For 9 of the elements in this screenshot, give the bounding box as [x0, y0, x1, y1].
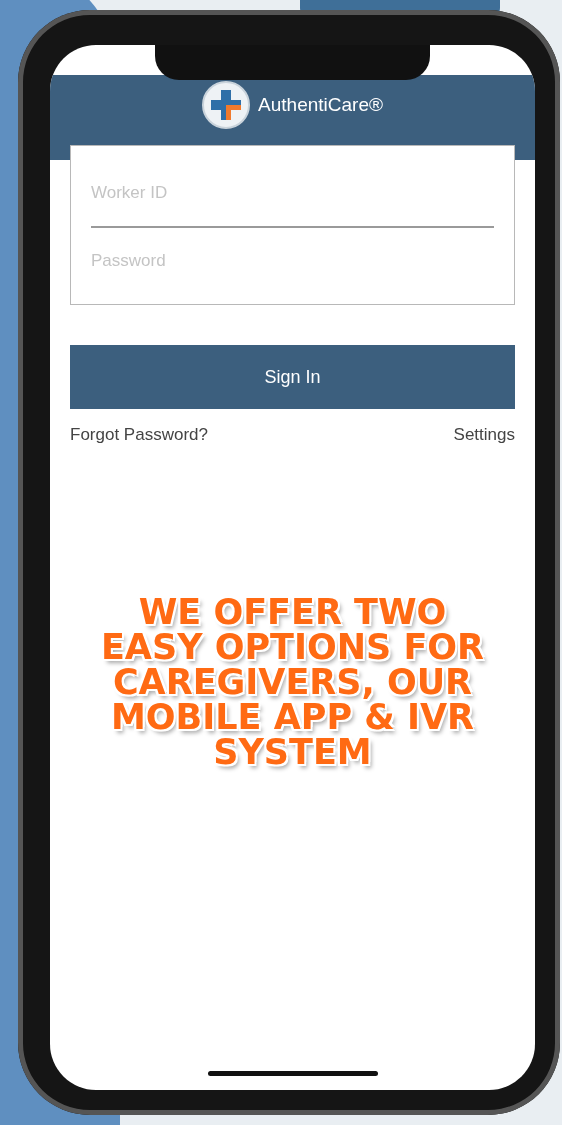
sign-in-button[interactable]: Sign In [70, 345, 515, 409]
text-link[interactable]: Forgot Password? [70, 425, 208, 445]
app-title: AuthentiCare® [258, 93, 383, 117]
login-field-group[interactable]: Worker ID Password [70, 145, 515, 305]
input-field[interactable]: Worker ID [91, 160, 494, 226]
text-link[interactable]: Settings [453, 425, 515, 445]
input-field[interactable]: Password [91, 228, 494, 294]
medical-cross-logo-icon [202, 81, 251, 129]
promo-headline: WE OFFER TWO EASY OPTIONS FOR CAREGIVERS, OUR MOBILE APP & IVR SYSTEM [99, 595, 486, 770]
